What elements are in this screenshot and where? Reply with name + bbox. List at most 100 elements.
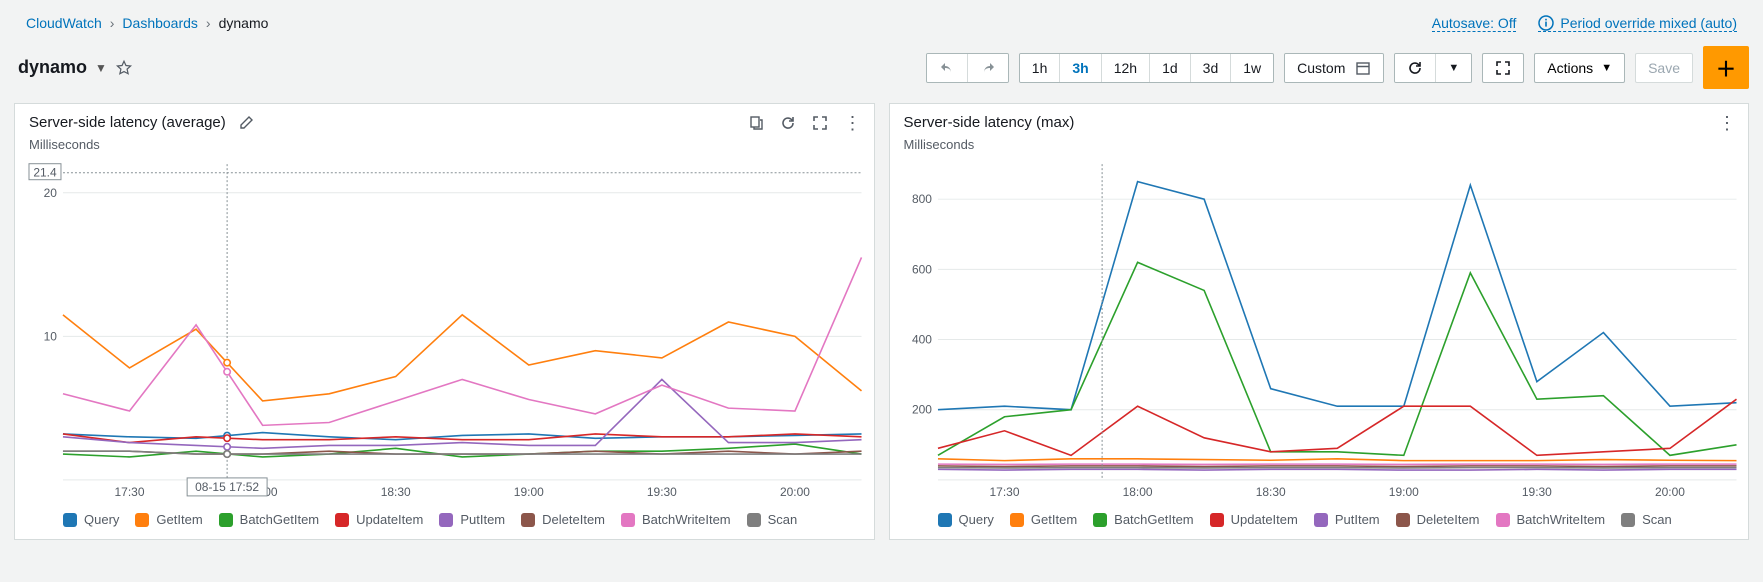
custom-range-button[interactable]: Custom (1284, 53, 1384, 83)
range-12h[interactable]: 12h (1101, 54, 1149, 82)
range-3h[interactable]: 3h (1059, 54, 1100, 82)
expand-icon (1495, 60, 1511, 76)
edit-icon[interactable] (238, 115, 254, 131)
plus-icon: ＋ (1716, 53, 1736, 82)
svg-text:10: 10 (44, 329, 58, 343)
actions-button[interactable]: Actions▼ (1534, 53, 1625, 83)
legend-item[interactable]: BatchGetItem (1093, 512, 1193, 527)
chart-avg[interactable]: 102017:3018:0018:3019:0019:3020:0021.408… (15, 154, 874, 506)
legend-item[interactable]: Query (938, 512, 994, 527)
legend: Query GetItem BatchGetItem UpdateItem PutIte… (15, 506, 874, 539)
legend-swatch (1496, 513, 1510, 527)
legend-item[interactable]: PutItem (1314, 512, 1380, 527)
legend-swatch (1621, 513, 1635, 527)
add-widget-button[interactable]: ＋ (1703, 46, 1749, 89)
expand-icon[interactable] (812, 115, 828, 131)
chevron-right-icon: › (110, 15, 115, 31)
legend-item[interactable]: GetItem (135, 512, 202, 527)
legend-item[interactable]: DeleteItem (521, 512, 605, 527)
legend-item[interactable]: Scan (747, 512, 798, 527)
panel-latency-avg: Server-side latency (average) ⋮ Millisec… (14, 103, 875, 540)
legend-item[interactable]: Query (63, 512, 119, 527)
svg-text:200: 200 (911, 403, 931, 417)
legend-item[interactable]: DeleteItem (1396, 512, 1480, 527)
legend-swatch (1314, 513, 1328, 527)
legend-label: Query (84, 512, 119, 527)
svg-text:20:00: 20:00 (780, 485, 810, 499)
range-1d[interactable]: 1d (1149, 54, 1190, 82)
legend-item[interactable]: UpdateItem (335, 512, 423, 527)
svg-text:19:00: 19:00 (514, 485, 544, 499)
refresh-button[interactable] (1395, 54, 1435, 82)
copy-icon[interactable] (748, 115, 764, 131)
refresh-icon (1407, 60, 1423, 76)
page-title: dynamo (18, 57, 87, 78)
redo-icon (980, 60, 996, 76)
legend-item[interactable]: PutItem (439, 512, 505, 527)
legend-item[interactable]: BatchGetItem (219, 512, 319, 527)
legend-label: BatchWriteItem (1517, 512, 1606, 527)
undo-redo-group (926, 53, 1009, 83)
legend-swatch (747, 513, 761, 527)
caret-down-icon: ▼ (1601, 62, 1612, 74)
crumb-cloudwatch[interactable]: CloudWatch (26, 15, 102, 31)
redo-button[interactable] (967, 54, 1008, 82)
svg-text:17:30: 17:30 (115, 485, 145, 499)
legend-swatch (1010, 513, 1024, 527)
kebab-menu-icon[interactable]: ⋮ (844, 118, 862, 128)
legend-swatch (63, 513, 77, 527)
legend-item[interactable]: BatchWriteItem (621, 512, 731, 527)
refresh-icon[interactable] (780, 115, 796, 131)
chart-max[interactable]: 20040060080017:3018:0018:3019:0019:3020:… (890, 154, 1749, 506)
refresh-menu-button[interactable]: ▼ (1435, 54, 1471, 82)
legend-label: DeleteItem (1417, 512, 1480, 527)
legend: Query GetItem BatchGetItem UpdateItem PutIte… (890, 506, 1749, 539)
legend-swatch (621, 513, 635, 527)
svg-text:21.4: 21.4 (33, 166, 57, 180)
svg-text:19:30: 19:30 (647, 485, 677, 499)
fullscreen-button[interactable] (1482, 53, 1524, 83)
legend-label: GetItem (1031, 512, 1077, 527)
panel-latency-max: Server-side latency (max) ⋮ Milliseconds… (889, 103, 1750, 540)
legend-label: GetItem (156, 512, 202, 527)
svg-text:600: 600 (911, 262, 931, 276)
legend-label: UpdateItem (356, 512, 423, 527)
panel-title: Server-side latency (max) (904, 114, 1075, 131)
range-3d[interactable]: 3d (1190, 54, 1231, 82)
svg-text:19:30: 19:30 (1521, 485, 1551, 499)
svg-text:18:00: 18:00 (1122, 485, 1152, 499)
toolbar: 1h3h12h1d3d1w Custom ▼ Actions▼ Save ＋ (926, 46, 1749, 89)
range-1w[interactable]: 1w (1230, 54, 1273, 82)
legend-item[interactable]: UpdateItem (1210, 512, 1298, 527)
legend-swatch (521, 513, 535, 527)
legend-label: Scan (768, 512, 798, 527)
save-button[interactable]: Save (1635, 53, 1693, 83)
legend-item[interactable]: BatchWriteItem (1496, 512, 1606, 527)
y-axis-unit: Milliseconds (890, 135, 1749, 154)
legend-label: Query (959, 512, 994, 527)
crumb-dashboards[interactable]: Dashboards (122, 15, 198, 31)
star-icon[interactable] (115, 59, 133, 77)
legend-label: PutItem (1335, 512, 1380, 527)
range-1h[interactable]: 1h (1020, 54, 1060, 82)
legend-item[interactable]: Scan (1621, 512, 1672, 527)
legend-swatch (439, 513, 453, 527)
calendar-icon (1355, 60, 1371, 76)
svg-text:08-15 17:52: 08-15 17:52 (195, 480, 259, 494)
period-override-link[interactable]: Period override mixed (auto) (1538, 15, 1737, 32)
legend-swatch (1210, 513, 1224, 527)
legend-swatch (135, 513, 149, 527)
time-range-group: 1h3h12h1d3d1w (1019, 53, 1274, 83)
legend-item[interactable]: GetItem (1010, 512, 1077, 527)
autosave-toggle[interactable]: Autosave: Off (1432, 15, 1517, 32)
svg-text:20: 20 (44, 186, 58, 200)
legend-label: UpdateItem (1231, 512, 1298, 527)
legend-swatch (219, 513, 233, 527)
undo-button[interactable] (927, 54, 967, 82)
legend-label: BatchWriteItem (642, 512, 731, 527)
panel-title: Server-side latency (average) (29, 114, 226, 131)
kebab-menu-icon[interactable]: ⋮ (1718, 118, 1736, 128)
legend-label: PutItem (460, 512, 505, 527)
title-dropdown-icon[interactable]: ▼ (95, 61, 107, 75)
svg-text:18:30: 18:30 (381, 485, 411, 499)
